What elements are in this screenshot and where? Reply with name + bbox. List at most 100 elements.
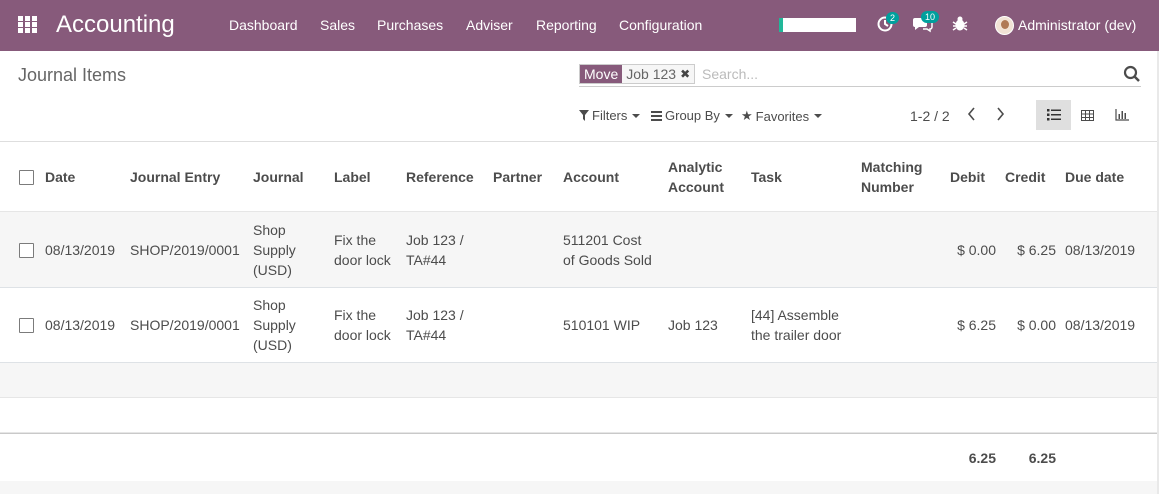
cell-label: Fix the door lock <box>334 305 391 345</box>
graph-view-icon[interactable] <box>1104 100 1139 130</box>
column-matching-line1: Matching <box>861 159 923 175</box>
column-debit[interactable]: Debit <box>950 167 985 187</box>
table-row[interactable]: 08/13/2019 SHOP/2019/0001 Shop Supply (U… <box>0 288 1159 363</box>
cell-reference-line: TA#44 <box>406 252 447 268</box>
cell-task-line: the trailer door <box>751 327 842 343</box>
total-credit: 6.25 <box>1028 450 1056 466</box>
menu-purchases[interactable]: Purchases <box>377 17 443 33</box>
cell-reference-line: TA#44 <box>406 327 447 343</box>
onboarding-progress-bar[interactable] <box>779 18 856 32</box>
cell-reference: Job 123 / TA#44 <box>406 230 464 270</box>
cell-journal-line: (USD) <box>253 337 292 353</box>
facet-label: Move <box>580 65 623 83</box>
row-checkbox[interactable] <box>19 318 34 333</box>
app-title[interactable]: Accounting <box>56 11 175 39</box>
menu-dashboard[interactable]: Dashboard <box>229 17 298 33</box>
row-checkbox[interactable] <box>19 243 34 258</box>
pager-value[interactable]: 1-2 / 2 <box>910 108 950 124</box>
chat-bubbles-icon[interactable]: 10 <box>913 11 940 35</box>
cell-journal: Shop Supply (USD) <box>253 295 296 355</box>
bug-icon[interactable] <box>952 15 972 35</box>
search-bar: Move Job 123 ✖ <box>579 64 1141 87</box>
select-all-checkbox[interactable] <box>19 170 34 185</box>
filters-caret-icon <box>632 113 641 118</box>
groupby-label: Group By <box>665 108 720 123</box>
favorites-label: Favorites <box>755 108 810 124</box>
cell-label-line: Fix the <box>334 232 377 248</box>
activity-badge: 2 <box>886 12 900 24</box>
column-journal[interactable]: Journal <box>253 167 304 187</box>
top-navbar: Accounting Dashboard Sales Purchases Adv… <box>0 0 1159 51</box>
column-account[interactable]: Account <box>563 167 619 187</box>
column-matching-number[interactable]: Matching Number <box>861 157 922 197</box>
search-input[interactable] <box>702 64 1122 84</box>
cell-account-line: 510101 WIP <box>563 317 641 333</box>
cell-journal-line: Shop <box>253 297 286 313</box>
menu-reporting[interactable]: Reporting <box>536 17 597 33</box>
table-header: Date Journal Entry Journal Label Referen… <box>0 142 1159 212</box>
cell-journal-line: Supply <box>253 242 296 258</box>
facet-value: Job 123 <box>626 66 677 82</box>
favorites-button[interactable]: ★ Favorites <box>741 108 823 124</box>
pager-previous-icon[interactable] <box>966 106 980 124</box>
cell-task-line: [44] Assemble <box>751 307 839 323</box>
cell-journal-line: Supply <box>253 317 296 333</box>
cell-due-date: 08/13/2019 <box>1065 317 1136 333</box>
facet-remove-icon[interactable]: ✖ <box>680 65 690 83</box>
pivot-view-icon[interactable] <box>1070 100 1105 130</box>
groupby-caret-icon <box>724 113 733 118</box>
groupby-button[interactable]: Group By <box>651 108 733 123</box>
column-date[interactable]: Date <box>45 167 75 187</box>
menu-adviser[interactable]: Adviser <box>466 17 513 33</box>
user-menu[interactable]: Administrator (dev) <box>995 15 1136 35</box>
total-debit: 6.25 <box>968 450 996 466</box>
cell-task: [44] Assemble the trailer door <box>751 305 841 345</box>
search-facet: Move Job 123 ✖ <box>579 64 696 84</box>
column-journal-entry[interactable]: Journal Entry <box>130 167 220 187</box>
column-reference[interactable]: Reference <box>406 167 474 187</box>
column-due-date[interactable]: Due date <box>1065 167 1124 187</box>
column-partner[interactable]: Partner <box>493 167 542 187</box>
bottom-strip <box>0 481 1159 494</box>
cell-reference-line: Job 123 / <box>406 232 464 248</box>
cell-account: 510101 WIP <box>563 315 640 335</box>
pager-next-icon[interactable] <box>996 106 1010 124</box>
groupby-icon <box>651 110 662 121</box>
cell-due-date: 08/13/2019 <box>1065 242 1136 258</box>
cell-credit: $ 6.25 <box>1017 242 1056 258</box>
column-credit[interactable]: Credit <box>1005 167 1045 187</box>
table-row[interactable]: 08/13/2019 SHOP/2019/0001 Shop Supply (U… <box>0 212 1159 288</box>
cell-analytic-account: Job 123 <box>668 317 718 333</box>
menu-configuration[interactable]: Configuration <box>619 17 702 33</box>
search-icon[interactable] <box>1123 65 1141 83</box>
column-analytic-account[interactable]: Analytic Account <box>668 157 724 197</box>
cell-label: Fix the door lock <box>334 230 391 270</box>
messages-badge: 10 <box>921 11 940 23</box>
favorites-caret-icon <box>814 114 823 118</box>
activity-clock-icon[interactable]: 2 <box>876 12 900 35</box>
filters-label: Filters <box>592 108 628 123</box>
page-title: Journal Items <box>18 65 127 85</box>
filter-icon <box>579 110 589 121</box>
facet-value-wrapper: Job 123 ✖ <box>622 65 695 83</box>
column-analytic-line2: Account <box>668 179 724 195</box>
user-avatar <box>995 15 1014 35</box>
cell-credit: $ 0.00 <box>1017 317 1056 333</box>
menu-sales[interactable]: Sales <box>320 17 355 33</box>
cell-date: 08/13/2019 <box>45 317 116 333</box>
column-analytic-line1: Analytic <box>668 159 723 175</box>
cell-journal: Shop Supply (USD) <box>253 220 296 280</box>
filters-button[interactable]: Filters <box>579 108 641 123</box>
column-task[interactable]: Task <box>751 167 782 187</box>
cell-account-line: of Goods Sold <box>563 252 652 268</box>
cell-label-line: door lock <box>334 252 391 268</box>
cell-label-line: Fix the <box>334 307 377 323</box>
cell-debit: $ 0.00 <box>957 242 996 258</box>
cell-account: 511201 Cost of Goods Sold <box>563 230 652 270</box>
list-view-icon[interactable] <box>1036 100 1071 130</box>
column-label[interactable]: Label <box>334 167 371 187</box>
cell-reference-line: Job 123 / <box>406 307 464 323</box>
apps-grid-icon[interactable] <box>18 16 38 34</box>
cell-debit: $ 6.25 <box>957 317 996 333</box>
cell-journal-entry: SHOP/2019/0001 <box>130 242 240 258</box>
